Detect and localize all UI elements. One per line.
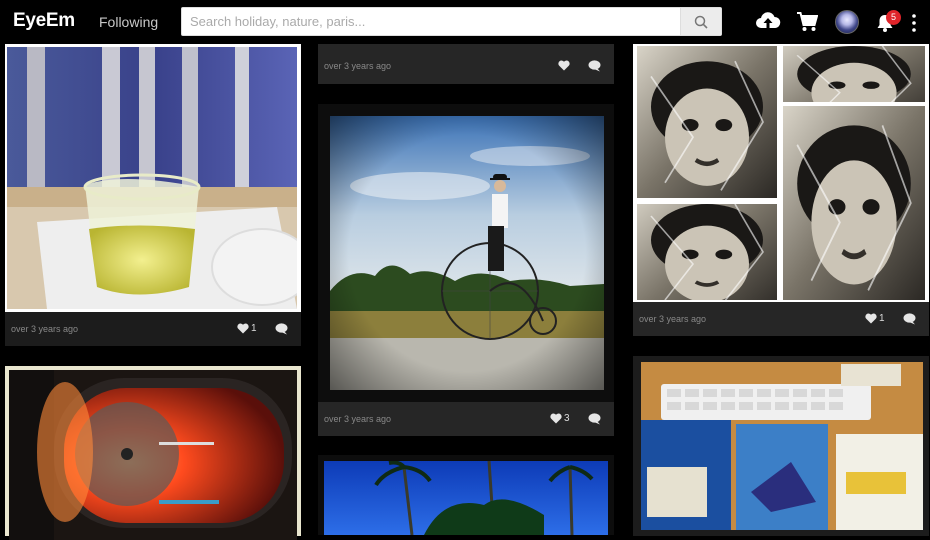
search-button[interactable]	[680, 8, 721, 35]
card-caption: over 3 years ago 3	[318, 402, 614, 436]
comment-icon[interactable]	[588, 413, 601, 425]
like-count: 1	[251, 323, 257, 334]
comment-icon[interactable]	[903, 313, 916, 325]
photo-card[interactable]: over 3 years ago	[318, 44, 614, 84]
photo-card[interactable]: over 3 years ago 3	[318, 104, 614, 436]
photo-card[interactable]: over 3 years ago 1	[5, 44, 301, 346]
like-button[interactable]	[558, 60, 570, 71]
like-button[interactable]: 1	[237, 323, 257, 334]
cart-icon[interactable]	[796, 11, 818, 32]
comment-icon[interactable]	[588, 60, 601, 72]
photo-penny-farthing[interactable]	[330, 116, 604, 390]
search-icon	[694, 15, 708, 29]
heart-icon	[865, 313, 877, 324]
like-button[interactable]: 1	[865, 313, 885, 324]
photo-juice-glass[interactable]	[7, 47, 297, 309]
card-caption: over 3 years ago 1	[633, 302, 929, 336]
heart-icon	[550, 413, 562, 424]
like-count: 3	[564, 413, 570, 424]
heart-icon	[558, 60, 570, 71]
photo-faces-collage[interactable]	[637, 46, 925, 300]
upload-cloud-icon[interactable]	[755, 9, 781, 33]
notification-badge: 5	[886, 10, 901, 25]
photo-card[interactable]	[633, 356, 929, 536]
photo-card[interactable]: over 3 years ago 1	[633, 44, 929, 336]
eyeem-logo[interactable]: EyeEm	[13, 10, 75, 32]
like-button[interactable]: 3	[550, 413, 570, 424]
photo-red-machine[interactable]	[9, 370, 297, 540]
photo-palm-trees[interactable]	[324, 461, 608, 535]
nav-following-link[interactable]: Following	[99, 14, 158, 30]
heart-icon	[237, 323, 249, 334]
card-timestamp: over 3 years ago	[11, 324, 79, 334]
photo-books-desk[interactable]	[641, 362, 923, 530]
photo-card[interactable]	[318, 455, 614, 535]
card-timestamp: over 3 years ago	[324, 414, 392, 424]
top-bar: EyeEm Following 5	[0, 0, 930, 44]
more-menu-icon[interactable]	[911, 13, 917, 33]
photo-card[interactable]	[5, 366, 301, 540]
avatar[interactable]	[835, 10, 859, 34]
comment-icon[interactable]	[275, 323, 288, 335]
card-timestamp: over 3 years ago	[639, 314, 707, 324]
search-bar	[181, 7, 722, 36]
card-caption: over 3 years ago	[318, 44, 614, 84]
search-input[interactable]	[182, 8, 698, 35]
card-caption: over 3 years ago 1	[5, 312, 301, 346]
like-count: 1	[879, 313, 885, 324]
card-timestamp: over 3 years ago	[324, 61, 392, 71]
